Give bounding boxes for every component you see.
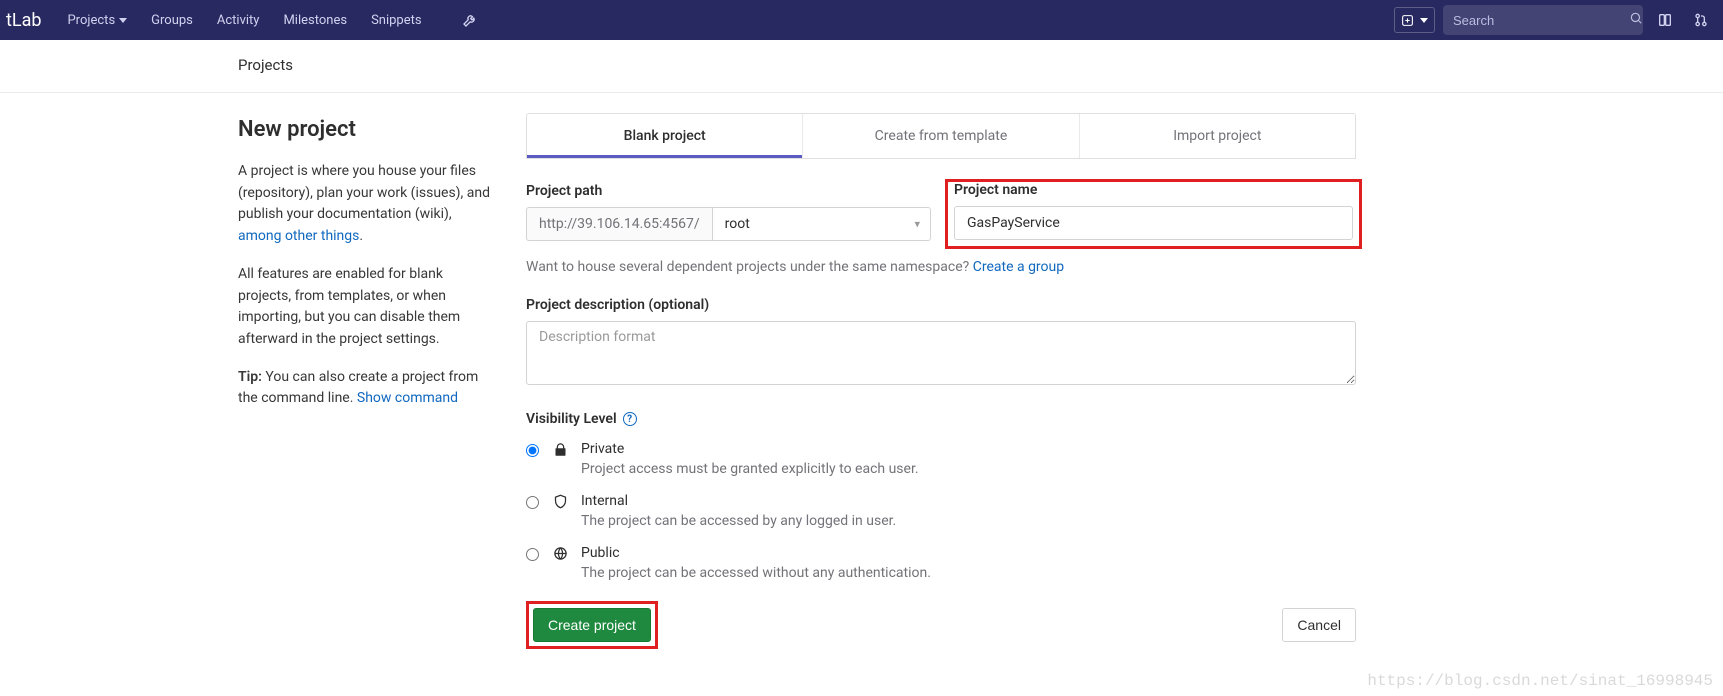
chevron-down-icon <box>119 18 127 23</box>
page-title: New project <box>238 113 498 147</box>
shield-icon <box>551 493 569 509</box>
help-icon[interactable]: ? <box>623 412 637 426</box>
project-name-input[interactable] <box>954 206 1353 240</box>
tabs: Blank project Create from template Impor… <box>526 113 1356 159</box>
create-group-link[interactable]: Create a group <box>973 259 1064 275</box>
chevron-down-icon: ▾ <box>914 218 920 231</box>
issues-icon[interactable] <box>1651 12 1679 28</box>
project-name-label: Project name <box>954 182 1353 198</box>
path-group: http://39.106.14.65:4567/ root ▾ <box>526 207 931 241</box>
namespace-select[interactable]: root ▾ <box>712 207 931 241</box>
lock-icon <box>551 441 569 457</box>
project-path-label: Project path <box>526 183 931 199</box>
nav-groups[interactable]: Groups <box>139 0 205 40</box>
visibility-internal-body: Internal The project can be accessed by … <box>581 493 896 529</box>
search-wrapper <box>1443 5 1643 35</box>
visibility-internal-desc: The project can be accessed by any logge… <box>581 513 896 529</box>
nav-snippets[interactable]: Snippets <box>359 0 434 40</box>
visibility-private-desc: Project access must be granted explicitl… <box>581 461 919 477</box>
tab-create-from-template[interactable]: Create from template <box>803 114 1079 158</box>
visibility-radio-public[interactable] <box>526 548 539 561</box>
search-icon[interactable] <box>1629 11 1643 29</box>
merge-requests-icon[interactable] <box>1687 12 1715 28</box>
navbar: tLab Projects Groups Activity Milestones… <box>0 0 1723 40</box>
nav-activity[interactable]: Activity <box>205 0 272 40</box>
breadcrumb: Projects <box>0 40 1723 93</box>
nav-projects-label: Projects <box>67 13 115 28</box>
globe-icon <box>551 545 569 561</box>
nav-projects[interactable]: Projects <box>55 0 139 40</box>
path-name-row: Project path http://39.106.14.65:4567/ r… <box>526 183 1356 249</box>
project-name-highlight: Project name <box>945 179 1362 249</box>
project-path-col: Project path http://39.106.14.65:4567/ r… <box>526 183 931 241</box>
sidebar-p1-dot: . <box>359 228 363 244</box>
admin-wrench-icon[interactable] <box>456 12 484 28</box>
visibility-public-desc: The project can be accessed without any … <box>581 565 931 581</box>
sidebar-p1-text: A project is where you house your files … <box>238 163 490 222</box>
new-dropdown-button[interactable] <box>1394 7 1435 33</box>
nav-milestones[interactable]: Milestones <box>271 0 359 40</box>
cancel-button[interactable]: Cancel <box>1282 608 1356 642</box>
sidebar-p1: A project is where you house your files … <box>238 161 498 248</box>
visibility-private-body: Private Project access must be granted e… <box>581 441 919 477</box>
visibility-public-name: Public <box>581 545 931 561</box>
create-project-highlight: Create project <box>526 601 658 649</box>
visibility-option-internal[interactable]: Internal The project can be accessed by … <box>526 493 1356 529</box>
namespace-value: root <box>725 216 750 232</box>
namespace-hint-text: Want to house several dependent projects… <box>526 259 973 275</box>
among-other-things-link[interactable]: among other things <box>238 228 359 244</box>
search-input[interactable] <box>1453 13 1629 28</box>
visibility-public-body: Public The project can be accessed witho… <box>581 545 931 581</box>
project-name-col: Project name <box>951 183 1356 249</box>
create-project-button[interactable]: Create project <box>533 608 651 642</box>
path-base-url: http://39.106.14.65:4567/ <box>526 207 712 241</box>
visibility-option-public[interactable]: Public The project can be accessed witho… <box>526 545 1356 581</box>
visibility-level-text: Visibility Level <box>526 411 617 427</box>
container: New project A project is where you house… <box>0 93 1380 689</box>
visibility-radio-private[interactable] <box>526 444 539 457</box>
project-description-label: Project description (optional) <box>526 297 1356 313</box>
visibility-level-label: Visibility Level ? <box>526 411 1356 427</box>
namespace-hint: Want to house several dependent projects… <box>526 259 1356 275</box>
sidebar-p2: All features are enabled for blank proje… <box>238 264 498 351</box>
navbar-right <box>1394 5 1715 35</box>
watermark: https://blog.csdn.net/sinat_16998945 <box>1367 672 1713 690</box>
breadcrumb-projects[interactable]: Projects <box>238 56 293 74</box>
form-footer: Create project Cancel <box>526 601 1356 649</box>
visibility-private-name: Private <box>581 441 919 457</box>
visibility-internal-name: Internal <box>581 493 896 509</box>
visibility-radio-internal[interactable] <box>526 496 539 509</box>
show-command-link[interactable]: Show command <box>357 390 458 406</box>
tab-import-project[interactable]: Import project <box>1080 114 1355 158</box>
tip-label: Tip: <box>238 369 262 385</box>
chevron-down-icon <box>1420 18 1428 23</box>
tab-blank-project[interactable]: Blank project <box>527 114 803 158</box>
sidebar-tip: Tip: You can also create a project from … <box>238 367 498 410</box>
sidebar-info: New project A project is where you house… <box>238 113 498 426</box>
project-description-input[interactable] <box>526 321 1356 385</box>
navbar-left: tLab Projects Groups Activity Milestones… <box>0 0 1394 40</box>
visibility-option-private[interactable]: Private Project access must be granted e… <box>526 441 1356 477</box>
brand[interactable]: tLab <box>0 10 55 31</box>
main-form: Blank project Create from template Impor… <box>526 113 1356 649</box>
